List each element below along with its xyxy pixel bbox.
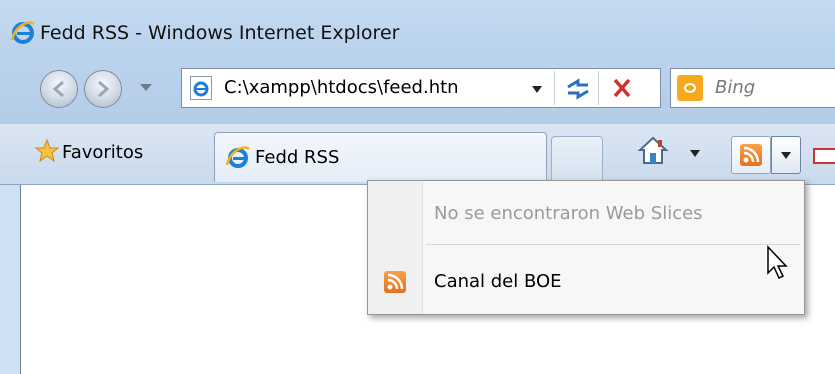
favorites-bar: Favoritos Fedd RSS	[0, 124, 835, 185]
window-frame-left	[0, 185, 20, 374]
separator	[554, 71, 555, 105]
search-input[interactable]: Bing	[715, 77, 755, 98]
window-title: Fedd RSS - Windows Internet Explorer	[40, 22, 400, 44]
ie-logo-icon	[10, 21, 35, 44]
separator	[598, 71, 599, 105]
back-arrow-icon	[52, 80, 64, 98]
mouse-cursor-icon	[767, 245, 788, 280]
forward-arrow-icon	[98, 80, 110, 98]
forward-button[interactable]	[84, 70, 122, 108]
home-icon[interactable]	[636, 134, 670, 168]
address-input[interactable]: C:\xampp\htdocs\feed.htn	[224, 77, 459, 98]
menu-item-canal-del-boe[interactable]: Canal del BOE	[372, 259, 800, 305]
chevron-down-icon	[781, 152, 791, 159]
bing-logo-icon	[677, 75, 703, 101]
tab-label: Fedd RSS	[255, 147, 340, 168]
feeds-dropdown-menu: No se encontraron Web Slices Canal del B…	[367, 180, 805, 315]
search-box[interactable]: Bing	[670, 68, 835, 108]
ie-logo-icon	[225, 146, 250, 168]
home-dropdown[interactable]	[690, 150, 700, 157]
no-web-slices-item: No se encontraron Web Slices	[434, 203, 703, 224]
stop-icon[interactable]	[602, 73, 642, 103]
address-dropdown[interactable]	[532, 86, 542, 93]
mail-icon[interactable]	[810, 140, 835, 170]
navigation-bar: C:\xampp\htdocs\feed.htn Bing	[0, 56, 835, 124]
refresh-icon[interactable]	[560, 73, 596, 103]
rss-feed-icon	[384, 271, 406, 293]
favorites-star-icon[interactable]	[34, 138, 60, 164]
recent-pages-dropdown[interactable]	[140, 84, 152, 91]
menu-separator	[426, 244, 800, 245]
rss-feed-icon	[740, 144, 762, 166]
title-bar: Fedd RSS - Windows Internet Explorer	[0, 0, 835, 56]
back-button[interactable]	[40, 70, 78, 108]
content-border	[20, 185, 21, 374]
address-bar[interactable]: C:\xampp\htdocs\feed.htn	[181, 68, 661, 108]
favorites-button[interactable]: Favoritos	[62, 142, 143, 163]
feeds-dropdown-button[interactable]	[771, 136, 801, 174]
new-tab-button[interactable]	[551, 136, 603, 182]
tab-fedd-rss[interactable]: Fedd RSS	[214, 132, 547, 182]
page-icon	[190, 76, 212, 100]
feeds-button[interactable]	[731, 136, 771, 174]
menu-item-label: Canal del BOE	[434, 271, 562, 292]
